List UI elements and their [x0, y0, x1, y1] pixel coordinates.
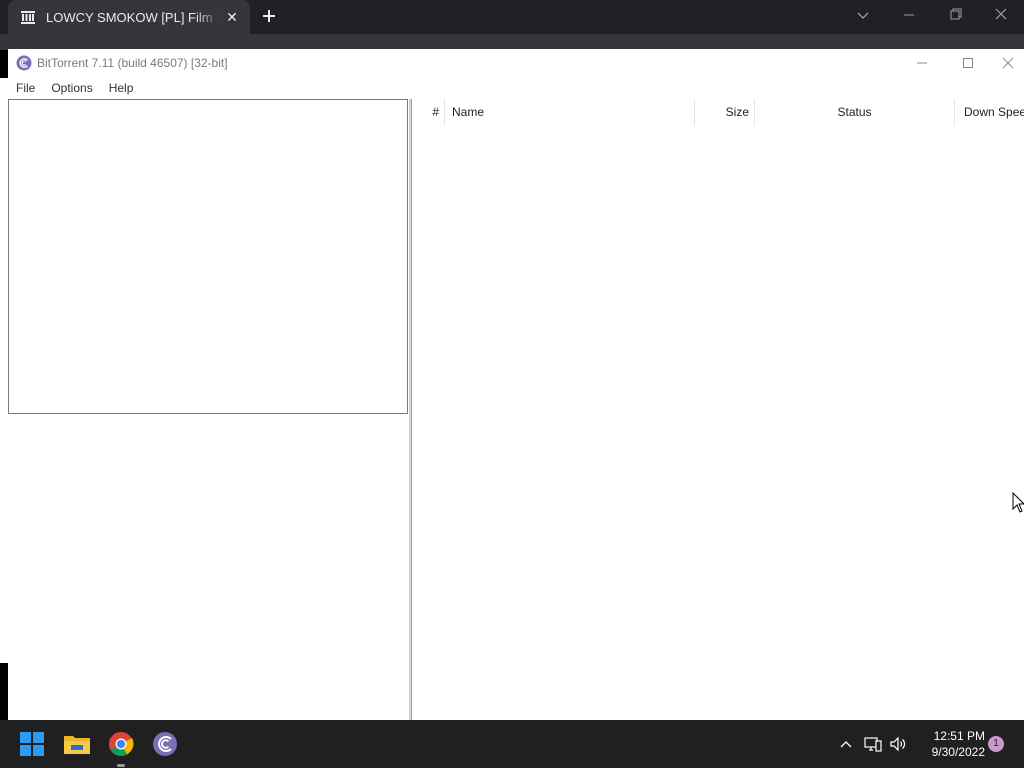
chrome-running-indicator — [117, 764, 125, 767]
browser-restore-icon[interactable] — [943, 6, 967, 26]
menu-options[interactable]: Options — [43, 77, 100, 99]
mouse-cursor-icon — [1012, 492, 1024, 513]
column-header-down-speed[interactable]: Down Speed — [955, 99, 1024, 126]
browser-page-edge — [0, 78, 8, 663]
start-button[interactable] — [16, 728, 48, 760]
show-hidden-icons-chevron-icon[interactable] — [836, 734, 856, 754]
menu-file[interactable]: File — [8, 77, 43, 99]
column-header-name[interactable]: Name — [445, 99, 695, 126]
browser-tab[interactable]: LOWCY SMOKOW [PL] Film : HAO ✕ — [8, 0, 250, 34]
minimize-icon — [917, 62, 927, 64]
notification-badge[interactable]: 1 — [988, 736, 1004, 752]
new-tab-icon[interactable] — [258, 5, 280, 27]
browser-toolbar — [0, 34, 1024, 50]
bittorrent-window: BitTorrent 7.11 (build 46507) [32-bit] F… — [8, 49, 1024, 720]
taskbar-clock[interactable]: 12:51 PM 9/30/2022 — [913, 728, 985, 760]
minimize-button[interactable] — [899, 49, 945, 77]
browser-minimize-icon[interactable] — [897, 6, 921, 26]
windows-start-icon — [20, 732, 44, 756]
close-button[interactable] — [991, 49, 1024, 77]
menu-help[interactable]: Help — [101, 77, 142, 99]
museum-icon — [21, 11, 35, 24]
bittorrent-taskbar-button[interactable] — [149, 728, 181, 760]
clock-date: 9/30/2022 — [931, 745, 985, 759]
window-title: BitTorrent 7.11 (build 46507) [32-bit] — [37, 56, 228, 70]
column-header-number[interactable]: # — [412, 99, 445, 126]
tab-close-icon[interactable]: ✕ — [222, 9, 242, 26]
file-explorer-button[interactable] — [61, 728, 93, 760]
maximize-button[interactable] — [945, 49, 991, 77]
maximize-icon — [963, 58, 973, 68]
folder-icon — [64, 736, 90, 754]
tab-search-chevron-icon[interactable] — [851, 6, 875, 26]
bittorrent-icon — [153, 732, 177, 756]
bittorrent-titlebar[interactable]: BitTorrent 7.11 (build 46507) [32-bit] — [8, 49, 1024, 77]
menu-bar: File Options Help — [8, 77, 1024, 99]
column-header-size[interactable]: Size — [695, 99, 755, 126]
torrent-list-header: # Name Size Status Down Speed — [412, 99, 1024, 126]
browser-close-icon[interactable] — [989, 6, 1013, 26]
close-icon — [1002, 57, 1013, 69]
category-tree-panel[interactable] — [8, 99, 408, 414]
network-icon[interactable] — [863, 734, 883, 754]
bittorrent-logo-icon — [16, 55, 32, 71]
column-header-status[interactable]: Status — [755, 99, 955, 126]
clock-time: 12:51 PM — [933, 729, 985, 743]
chrome-icon — [109, 732, 134, 757]
taskbar: 12:51 PM 9/30/2022 1 — [0, 720, 1024, 768]
chrome-taskbar-button[interactable] — [105, 728, 137, 760]
torrent-list[interactable]: # Name Size Status Down Speed — [411, 99, 1024, 720]
tab-title: LOWCY SMOKOW [PL] Film : HAO — [46, 9, 222, 25]
volume-icon[interactable] — [888, 734, 908, 754]
details-panel — [8, 414, 408, 720]
